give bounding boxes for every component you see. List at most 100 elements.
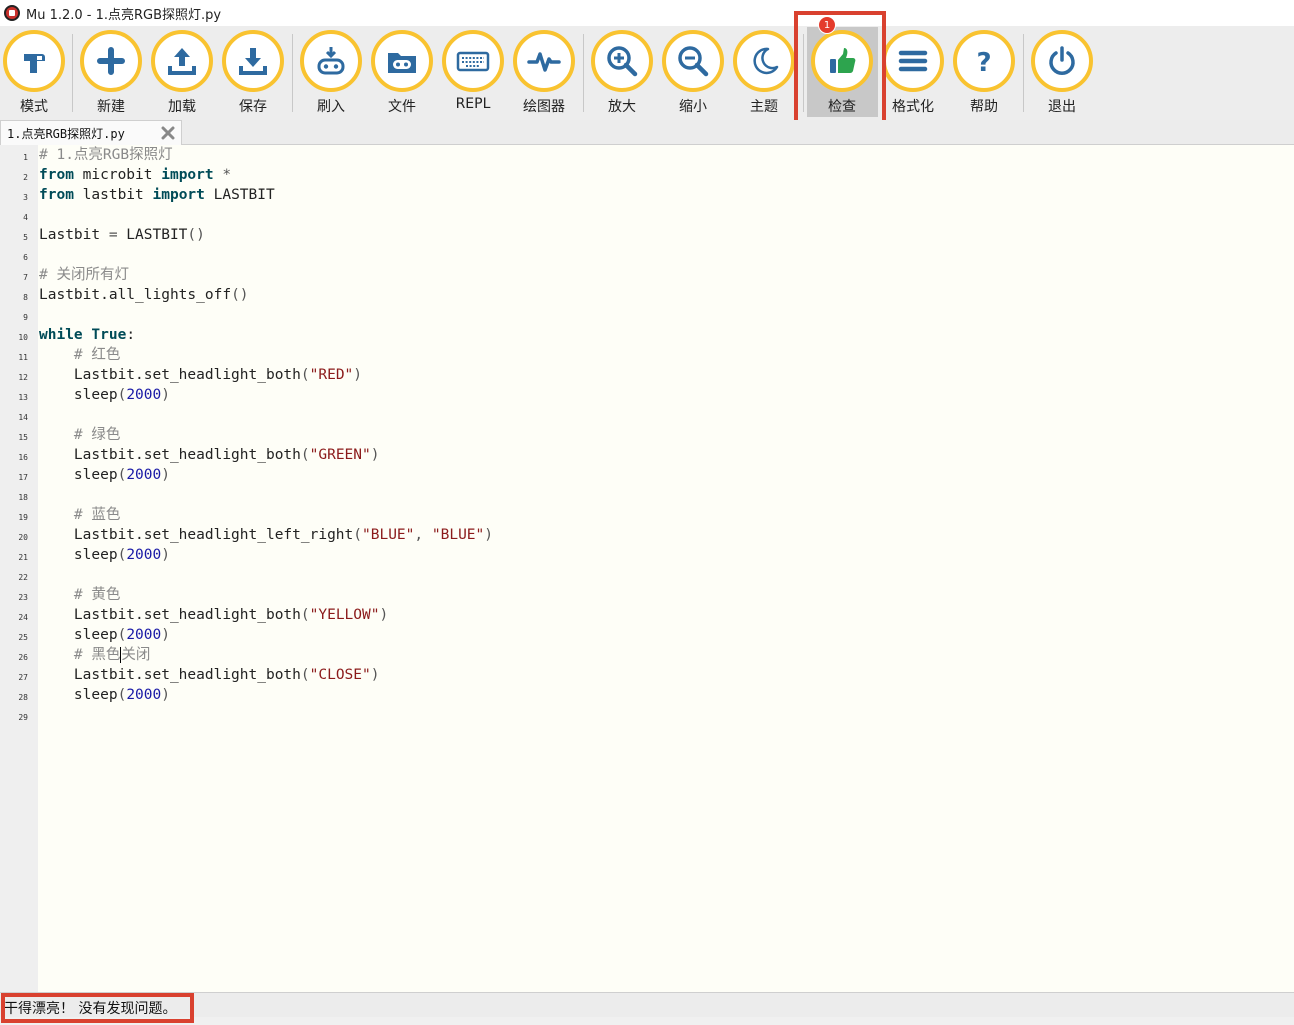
repl-label: REPL xyxy=(455,96,491,112)
mode-button[interactable]: 模式 xyxy=(1,30,67,116)
line-number: 23 xyxy=(18,593,28,602)
line-number: 10 xyxy=(18,333,28,342)
line-number: 3 xyxy=(23,193,28,202)
code-line[interactable]: # 蓝色 xyxy=(39,505,120,525)
toolbar-separator xyxy=(583,34,584,112)
plus-icon xyxy=(80,30,142,92)
line-number: 5 xyxy=(23,233,28,242)
line-number: 29 xyxy=(18,713,28,722)
line-number: 14 xyxy=(18,413,28,422)
svg-text:?: ? xyxy=(976,48,991,78)
plotter-button[interactable]: 绘图器 xyxy=(511,30,577,116)
tab-label: 1.点亮RGB探照灯.py xyxy=(7,126,125,141)
quit-button[interactable]: 退出 xyxy=(1029,30,1095,116)
format-icon xyxy=(882,30,944,92)
code-line[interactable]: from lastbit import LASTBIT xyxy=(39,185,275,205)
toolbar-separator xyxy=(72,34,73,112)
title-bar: Mu 1.2.0 - 1.点亮RGB探照灯.py xyxy=(0,0,1294,26)
code-line[interactable]: Lastbit.set_headlight_both("CLOSE") xyxy=(39,665,380,685)
save-label: 保存 xyxy=(239,99,267,115)
upload-icon xyxy=(151,30,213,92)
zoom-in-label: 放大 xyxy=(608,99,636,115)
code-line[interactable]: while True: xyxy=(39,325,135,345)
code-line[interactable]: # 1.点亮RGB探照灯 xyxy=(39,145,173,165)
check-button[interactable]: 检查 xyxy=(809,30,875,116)
code-line[interactable]: Lastbit.set_headlight_both("RED") xyxy=(39,365,362,385)
flash-icon xyxy=(300,30,362,92)
code-line[interactable]: # 黄色 xyxy=(39,585,120,605)
tab-bar: 1.点亮RGB探照灯.py xyxy=(0,120,1294,145)
theme-button[interactable]: 主题 xyxy=(731,30,797,116)
zoom-out-icon xyxy=(662,30,724,92)
code-line[interactable]: # 关闭所有灯 xyxy=(39,265,129,285)
line-number: 9 xyxy=(23,313,28,322)
line-number: 12 xyxy=(18,373,28,382)
code-line[interactable]: # 黑色关闭 xyxy=(39,645,150,665)
line-number: 17 xyxy=(18,473,28,482)
code-line[interactable]: Lastbit.set_headlight_left_right("BLUE",… xyxy=(39,525,493,545)
flash-button[interactable]: 刷入 xyxy=(298,30,364,116)
line-number: 7 xyxy=(23,273,28,282)
code-line[interactable]: Lastbit.set_headlight_both("GREEN") xyxy=(39,445,380,465)
zoom-in-icon xyxy=(591,30,653,92)
code-line[interactable]: sleep(2000) xyxy=(39,625,170,645)
line-number: 2 xyxy=(23,173,28,182)
status-message: 干得漂亮！ 没有发现问题。 xyxy=(4,1001,177,1017)
pulse-icon xyxy=(513,30,575,92)
line-number: 13 xyxy=(18,393,28,402)
thumbs-up-icon xyxy=(811,30,873,92)
tidy-button[interactable]: 格式化 xyxy=(880,30,946,116)
line-number: 27 xyxy=(18,673,28,682)
text-caret xyxy=(120,647,122,663)
zoom-out-label: 缩小 xyxy=(679,99,707,115)
download-icon xyxy=(222,30,284,92)
code-line[interactable]: # 绿色 xyxy=(39,425,120,445)
line-number: 24 xyxy=(18,613,28,622)
window-title: Mu 1.2.0 - 1.点亮RGB探照灯.py xyxy=(26,7,222,23)
keyboard-icon xyxy=(442,30,504,92)
flash-label: 刷入 xyxy=(317,99,345,115)
new-label: 新建 xyxy=(97,99,125,115)
line-number: 21 xyxy=(18,553,28,562)
line-number: 28 xyxy=(18,693,28,702)
code-line[interactable]: sleep(2000) xyxy=(39,465,170,485)
close-icon[interactable] xyxy=(160,125,176,141)
save-button[interactable]: 保存 xyxy=(220,30,286,116)
help-label: 帮助 xyxy=(970,99,998,115)
code-line[interactable]: Lastbit.set_headlight_both("YELLOW") xyxy=(39,605,388,625)
files-icon xyxy=(371,30,433,92)
tidy-label: 格式化 xyxy=(892,99,934,115)
toolbar-separator xyxy=(1023,34,1024,112)
files-label: 文件 xyxy=(388,99,416,115)
line-number: 6 xyxy=(23,253,28,262)
code-line[interactable]: Lastbit = LASTBIT() xyxy=(39,225,205,245)
power-icon xyxy=(1031,30,1093,92)
load-button[interactable]: 加载 xyxy=(149,30,215,116)
code-editor[interactable]: 1 2 3 4 5 6 7 8 9 10 11 12 13 14 15 16 17 18 19 20 21 22 23 24 2… xyxy=(0,145,1294,992)
new-button[interactable]: 新建 xyxy=(78,30,144,116)
line-number: 16 xyxy=(18,453,28,462)
load-label: 加载 xyxy=(168,99,196,115)
code-line[interactable]: sleep(2000) xyxy=(39,545,170,565)
line-number-gutter: 1 2 3 4 5 6 7 8 9 10 11 12 13 14 15 16 17 18 19 20 21 22 23 24 2… xyxy=(0,145,38,992)
tab-file[interactable]: 1.点亮RGB探照灯.py xyxy=(0,120,182,145)
code-line[interactable]: # 红色 xyxy=(39,345,120,365)
check-label: 检查 xyxy=(828,99,856,115)
line-number: 4 xyxy=(23,213,28,222)
code-line[interactable]: Lastbit.all_lights_off() xyxy=(39,285,249,305)
toolbar-separator xyxy=(292,34,293,112)
quit-label: 退出 xyxy=(1048,99,1076,115)
zoom-out-button[interactable]: 缩小 xyxy=(660,30,726,116)
code-line[interactable]: sleep(2000) xyxy=(39,685,170,705)
repl-button[interactable]: REPL xyxy=(440,30,506,116)
mode-label: 模式 xyxy=(20,99,48,115)
check-badge: 1 xyxy=(818,16,836,34)
code-line[interactable]: sleep(2000) xyxy=(39,385,170,405)
line-number: 1 xyxy=(23,153,28,162)
code-line[interactable]: from microbit import * xyxy=(39,165,231,185)
help-button[interactable]: ? 帮助 xyxy=(951,30,1017,116)
line-number: 8 xyxy=(23,293,28,302)
files-button[interactable]: 文件 xyxy=(369,30,435,116)
zoom-in-button[interactable]: 放大 xyxy=(589,30,655,116)
line-number: 26 xyxy=(18,653,28,662)
